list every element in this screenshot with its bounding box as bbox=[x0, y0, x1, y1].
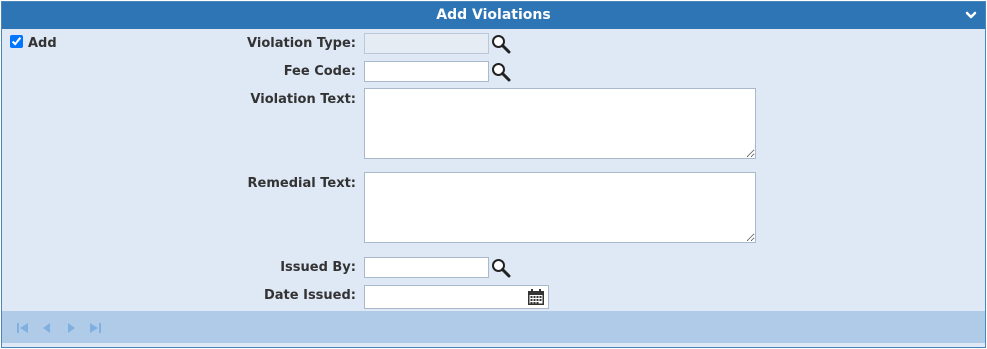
fee-code-input[interactable] bbox=[364, 61, 489, 82]
issued-by-label: Issued By: bbox=[280, 260, 356, 275]
date-issued-picker bbox=[364, 285, 549, 309]
search-icon[interactable] bbox=[490, 61, 512, 83]
calendar-icon[interactable] bbox=[527, 288, 545, 306]
panel-header: Add Violations bbox=[2, 2, 985, 29]
fee-code-label: Fee Code: bbox=[283, 64, 356, 79]
next-page-icon[interactable] bbox=[64, 321, 78, 335]
last-page-icon[interactable] bbox=[88, 321, 102, 335]
chevron-down-icon[interactable] bbox=[965, 10, 977, 20]
prev-page-icon[interactable] bbox=[40, 321, 54, 335]
date-issued-label: Date Issued: bbox=[263, 288, 356, 303]
violation-text-textarea[interactable] bbox=[364, 88, 756, 159]
first-page-icon[interactable] bbox=[16, 321, 30, 335]
pager-bar bbox=[2, 311, 985, 343]
panel-title: Add Violations bbox=[436, 7, 551, 23]
remedial-text-textarea[interactable] bbox=[364, 172, 756, 243]
violation-text-label: Violation Text: bbox=[250, 92, 356, 107]
search-icon[interactable] bbox=[490, 33, 512, 55]
add-label: Add bbox=[28, 36, 57, 51]
issued-by-input[interactable] bbox=[364, 257, 489, 278]
violation-type-input[interactable] bbox=[364, 33, 489, 54]
search-icon[interactable] bbox=[490, 257, 512, 279]
add-violations-panel: Add Violations Add Violation Type: Fee C… bbox=[1, 1, 986, 348]
violation-type-label: Violation Type: bbox=[247, 36, 356, 51]
date-issued-input[interactable] bbox=[365, 286, 523, 308]
add-checkbox[interactable] bbox=[10, 35, 23, 48]
remedial-text-label: Remedial Text: bbox=[247, 176, 356, 191]
